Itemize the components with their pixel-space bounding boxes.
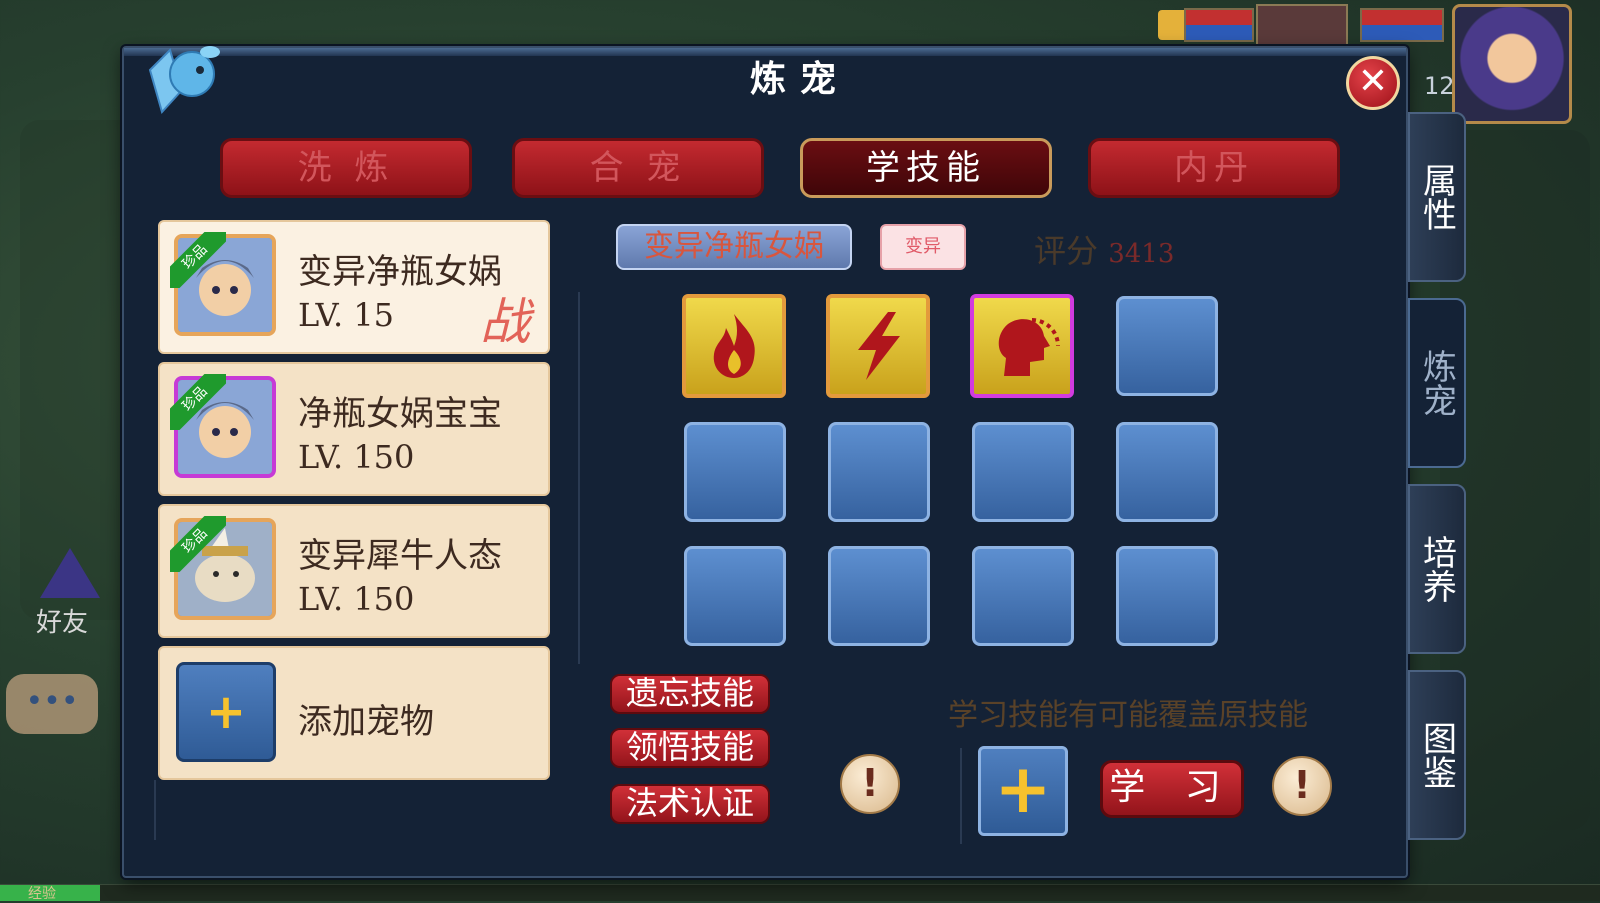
add-skill-book-slot[interactable]: + [978, 746, 1068, 836]
close-button[interactable]: ✕ [1346, 56, 1400, 110]
flame-icon [713, 314, 755, 378]
pet-hp-bar [1184, 8, 1254, 42]
chat-icon: ••• [25, 684, 79, 719]
add-pet-label: 添加宠物 [298, 702, 434, 742]
learn-button[interactable]: 学 习 [1100, 760, 1244, 818]
friends-button[interactable]: 好友 [22, 548, 112, 638]
side-tab-codex[interactable]: 图鉴 [1408, 670, 1466, 840]
lightning-icon [858, 312, 900, 380]
plus-icon: + [994, 750, 1052, 829]
exp-label: 经验 [28, 886, 56, 902]
skill-slot-empty[interactable] [972, 546, 1074, 646]
pet-level: LV. 150 [298, 580, 415, 618]
content-divider [578, 292, 580, 664]
wizard-hat-icon [40, 548, 100, 598]
spell-certify-button[interactable]: 法术认证 [610, 784, 770, 824]
tab-refine[interactable]: 洗 炼 [220, 138, 472, 198]
close-icon: ✕ [1357, 61, 1389, 102]
exclamation-icon: ! [861, 761, 879, 805]
info-button[interactable]: ! [840, 754, 900, 814]
pet-name: 变异净瓶女娲 [298, 252, 502, 292]
pet-card[interactable]: 珍品 净瓶女娲宝宝 LV. 150 [158, 362, 550, 496]
in-battle-mark: 战 [480, 293, 530, 351]
skill-slot-empty[interactable] [684, 546, 786, 646]
side-tab-refine-pet[interactable]: 炼宠 [1408, 298, 1466, 468]
tab-learn-skill[interactable]: 学技能 [800, 138, 1052, 198]
skill-slot-empty[interactable] [1116, 546, 1218, 646]
comprehend-skill-button[interactable]: 领悟技能 [610, 728, 770, 768]
pet-level: LV. 15 [298, 296, 395, 334]
action-divider [960, 748, 962, 844]
chat-button[interactable]: ••• [6, 674, 98, 734]
rare-badge: 珍品 [170, 232, 226, 288]
pet-card[interactable]: 珍品 变异净瓶女娲 LV. 15 战 [158, 220, 550, 354]
player-hp-bar [1360, 8, 1444, 42]
skill-slot-empty[interactable] [828, 546, 930, 646]
skill-slot-mind[interactable] [970, 294, 1074, 398]
learn-info-button[interactable]: ! [1272, 756, 1332, 816]
pet-level: LV. 150 [298, 438, 415, 476]
skill-slot-empty[interactable] [972, 422, 1074, 522]
friends-label: 好友 [36, 608, 89, 638]
pet-score: 评分 3413 [1034, 226, 1174, 272]
pet-name: 净瓶女娲宝宝 [298, 394, 502, 434]
pet-name: 变异犀牛人态 [298, 536, 502, 576]
selected-pet-name: 变异净瓶女娲 [616, 224, 852, 270]
pet-portrait[interactable] [1256, 4, 1348, 48]
tab-inner-pill[interactable]: 内丹 [1088, 138, 1340, 198]
skill-slot-empty[interactable] [1116, 422, 1218, 522]
tab-merge-pet[interactable]: 合 宠 [512, 138, 764, 198]
skill-slot-lightning[interactable] [826, 294, 930, 398]
mutation-tag: 变异 [880, 224, 966, 270]
skill-slot-flame[interactable] [682, 294, 786, 398]
list-divider [154, 780, 156, 840]
exp-bar: 经验 [0, 884, 1600, 902]
skill-slot-empty[interactable] [684, 422, 786, 522]
score-label: 评分 [1034, 232, 1099, 270]
mind-icon [998, 318, 1060, 376]
score-value: 3413 [1108, 239, 1175, 269]
side-tab-attributes[interactable]: 属性 [1408, 112, 1466, 282]
learn-hint: 学习技能有可能覆盖原技能 [948, 698, 1308, 733]
rare-badge: 珍品 [170, 374, 226, 430]
add-pet-card[interactable]: + 添加宠物 [158, 646, 550, 780]
rare-badge: 珍品 [170, 516, 226, 572]
exclamation-icon: ! [1293, 763, 1311, 807]
forget-skill-button[interactable]: 遗忘技能 [610, 674, 770, 714]
pet-card[interactable]: 珍品 变异犀牛人态 LV. 150 [158, 504, 550, 638]
plus-icon: + [176, 662, 276, 762]
skill-slot-empty[interactable] [828, 422, 930, 522]
side-tab-cultivate[interactable]: 培养 [1408, 484, 1466, 654]
skill-slot-empty[interactable] [1116, 296, 1218, 396]
